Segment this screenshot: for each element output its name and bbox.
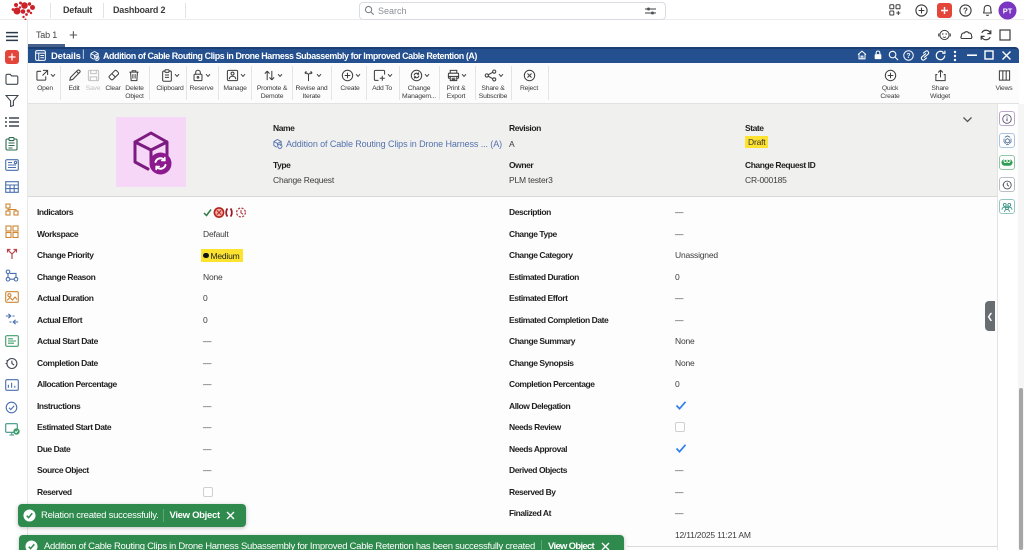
svg-text:?: ? [963, 6, 968, 15]
svg-text:PT: PT [1003, 7, 1013, 16]
svg-text:?: ? [906, 53, 910, 60]
